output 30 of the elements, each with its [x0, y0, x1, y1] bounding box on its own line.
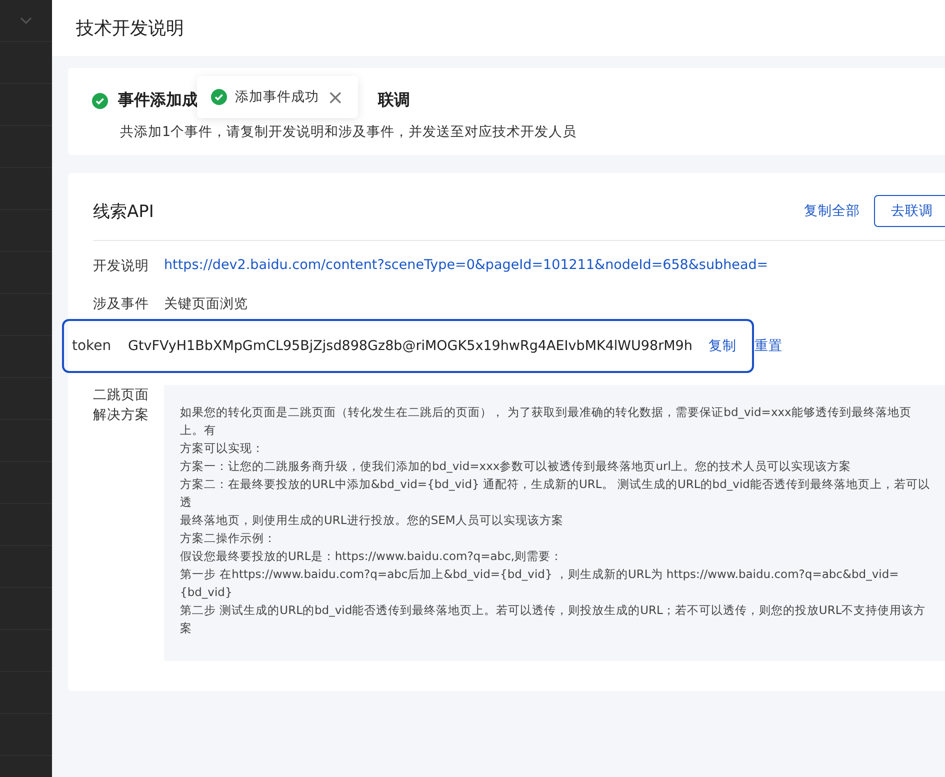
solution-text: 方案二操作示例： — [180, 530, 277, 547]
copy-all-link[interactable]: 复制全部 — [804, 202, 860, 220]
result-heading: 事件添加成 — [118, 90, 198, 111]
solution-text: 方案一：让您的二跳服务商升级，使我们添加的bd_vid=xxx参数可以被透传到最终落地页url上。您的技术人员可以实现该方案 — [180, 458, 852, 475]
field-value: 关键页面浏览 — [164, 295, 248, 313]
solution-text: 假设您最终要投放的URL是：https://www.baidu.com?q=abc,则需要： — [180, 548, 564, 565]
field-label: 开发说明 — [93, 257, 150, 275]
doc-link[interactable]: https://dev2.baidu.com/content?sceneType=0&pageId=101211&nodeId=658&subhead= — [164, 257, 768, 273]
success-icon — [211, 89, 227, 105]
card-title: 线索API — [93, 200, 154, 222]
toast-message: 添加事件成功 — [235, 88, 319, 106]
field-label: 二跳页面解决方案 — [93, 386, 149, 425]
result-description: 共添加1个事件，请复制开发说明和涉及事件，并发送至对应技术开发人员 — [119, 123, 578, 141]
solution-text: 方案二：在最终要投放的URL中添加&bd_vid={bd_vid} 通配符，生成新的URL。 测试生成的URL的bd_vid能否透传到最终落地页上，若可以透 — [180, 476, 931, 511]
solution-text: 最终落地页，则使用生成的URL进行投放。您的SEM人员可以实现该方案 — [180, 512, 564, 529]
debug-button[interactable]: 去联调 — [874, 195, 945, 227]
reset-link[interactable]: 重置 — [754, 337, 782, 355]
close-icon[interactable]: × — [327, 87, 344, 107]
drawer-title: 技术开发说明 — [52, 0, 945, 56]
result-heading: 联调 — [378, 90, 410, 111]
chevron-down-icon — [20, 16, 32, 24]
solution-text: 第一步 在https://www.baidu.com?q=abc后加上&bd_vid={bd_vid} ，则生成新的URL为 https://www.baidu.com?q=abc&bd_vid={bd_vid} — [180, 566, 900, 601]
solution-text: 如果您的转化页面是二跳页面（转化发生在二跳后的页面）， 为了获取到最准确的转化数据，需要保证bd_vid=xxx能够透传到最终落地页上。有 — [180, 404, 912, 439]
token-value: GtvFVyH1BbXMpGmCL95BjZjsd898Gz8b@riMOGK5x19hwRg4AEIvbMK4lWU98rM9h — [128, 338, 692, 354]
success-icon — [92, 92, 108, 108]
solution-text: 第二步 测试生成的URL的bd_vid能否透传到最终落地页上。若可以透传，则投放生成的URL；若不可以透传，则您的投放URL不支持使用该方案 — [180, 602, 927, 637]
solution-text: 方案可以实现： — [180, 440, 265, 457]
copy-link[interactable]: 复制 — [708, 337, 736, 355]
field-label: token — [72, 338, 112, 354]
field-label: 涉及事件 — [93, 295, 150, 313]
